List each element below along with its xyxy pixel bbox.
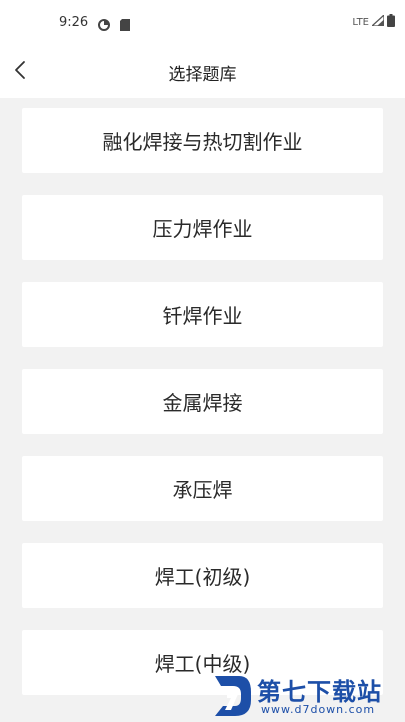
network-type: LTE bbox=[352, 16, 369, 28]
status-time: 9:26 bbox=[59, 15, 89, 30]
watermark-title: 第七下载站 bbox=[257, 678, 382, 706]
status-bar: 9:26 LTE bbox=[0, 0, 405, 46]
question-bank-label: 承压焊 bbox=[172, 478, 233, 502]
question-bank-label: 焊工(初级) bbox=[154, 565, 251, 589]
signal-icon bbox=[370, 13, 385, 29]
question-bank-item[interactable]: 金属焊接 bbox=[22, 369, 383, 434]
question-bank-item[interactable]: 压力焊作业 bbox=[22, 195, 383, 260]
question-bank-list: 融化焊接与热切割作业 压力焊作业 钎焊作业 金属焊接 承压焊 焊工(初级) 焊工… bbox=[22, 108, 383, 717]
question-bank-item[interactable]: 融化焊接与热切割作业 bbox=[22, 108, 383, 173]
question-bank-label: 压力焊作业 bbox=[152, 217, 253, 241]
watermark-url: www.d7down.com bbox=[261, 703, 376, 716]
question-bank-label: 钎焊作业 bbox=[162, 304, 243, 328]
battery-icon bbox=[387, 14, 395, 30]
data-saver-icon bbox=[98, 16, 110, 31]
page-title: 选择题库 bbox=[168, 65, 237, 85]
question-bank-item[interactable]: 承压焊 bbox=[22, 456, 383, 521]
watermark: 第七下载站 www.d7down.com bbox=[205, 668, 405, 720]
status-right-group: LTE bbox=[352, 13, 395, 30]
app-header: 选择题库 bbox=[0, 46, 405, 98]
sim-card-icon bbox=[120, 16, 132, 31]
d7-logo-icon bbox=[209, 672, 255, 718]
question-bank-item[interactable]: 钎焊作业 bbox=[22, 282, 383, 347]
question-bank-item[interactable]: 焊工(初级) bbox=[22, 543, 383, 608]
question-bank-label: 金属焊接 bbox=[162, 391, 243, 415]
question-bank-label: 融化焊接与热切割作业 bbox=[102, 130, 303, 154]
